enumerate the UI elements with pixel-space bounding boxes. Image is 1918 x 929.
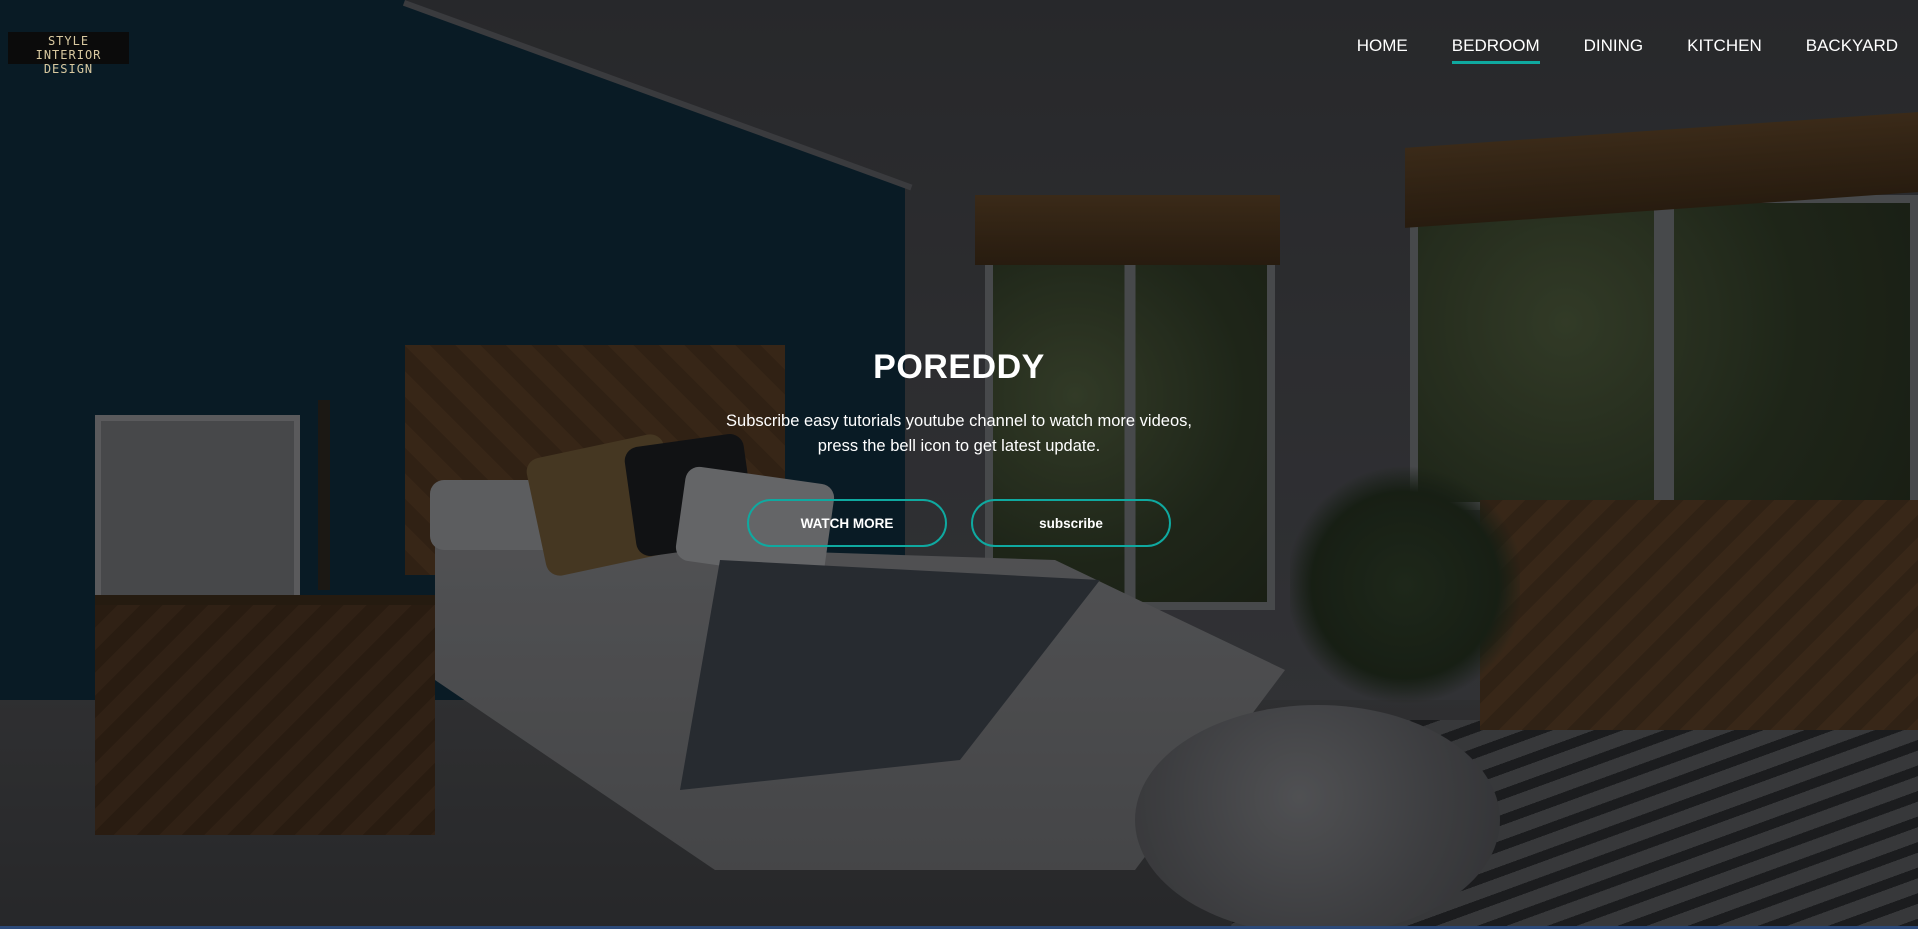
nav-item-bedroom[interactable]: BEDROOM: [1451, 36, 1540, 64]
nav-item-kitchen[interactable]: KITCHEN: [1687, 36, 1762, 64]
logo-line-2: INTERIOR DESIGN: [35, 48, 102, 76]
nav-item-dining[interactable]: DINING: [1584, 36, 1644, 64]
subscribe-button[interactable]: subscribe: [971, 499, 1171, 547]
logo[interactable]: STYLE INTERIOR DESIGN: [8, 32, 129, 76]
nav-item-home[interactable]: HOME: [1357, 36, 1408, 64]
watch-more-button[interactable]: WATCH MORE: [747, 499, 947, 547]
hero-subtitle: Subscribe easy tutorials youtube channel…: [699, 409, 1219, 459]
hero-buttons: WATCH MORE subscribe: [0, 499, 1918, 547]
logo-line-1: STYLE: [47, 34, 90, 48]
subtitle-line-1: Subscribe easy tutorials youtube channel…: [726, 412, 1192, 430]
page-title: POREDDY: [873, 348, 1045, 386]
main-nav: HOME BEDROOM DINING KITCHEN BACKYARD: [1357, 36, 1898, 64]
subtitle-line-2: press the bell icon to get latest update…: [817, 437, 1101, 455]
nav-item-backyard[interactable]: BACKYARD: [1806, 36, 1898, 64]
hero-content: POREDDY Subscribe easy tutorials youtube…: [0, 348, 1918, 547]
